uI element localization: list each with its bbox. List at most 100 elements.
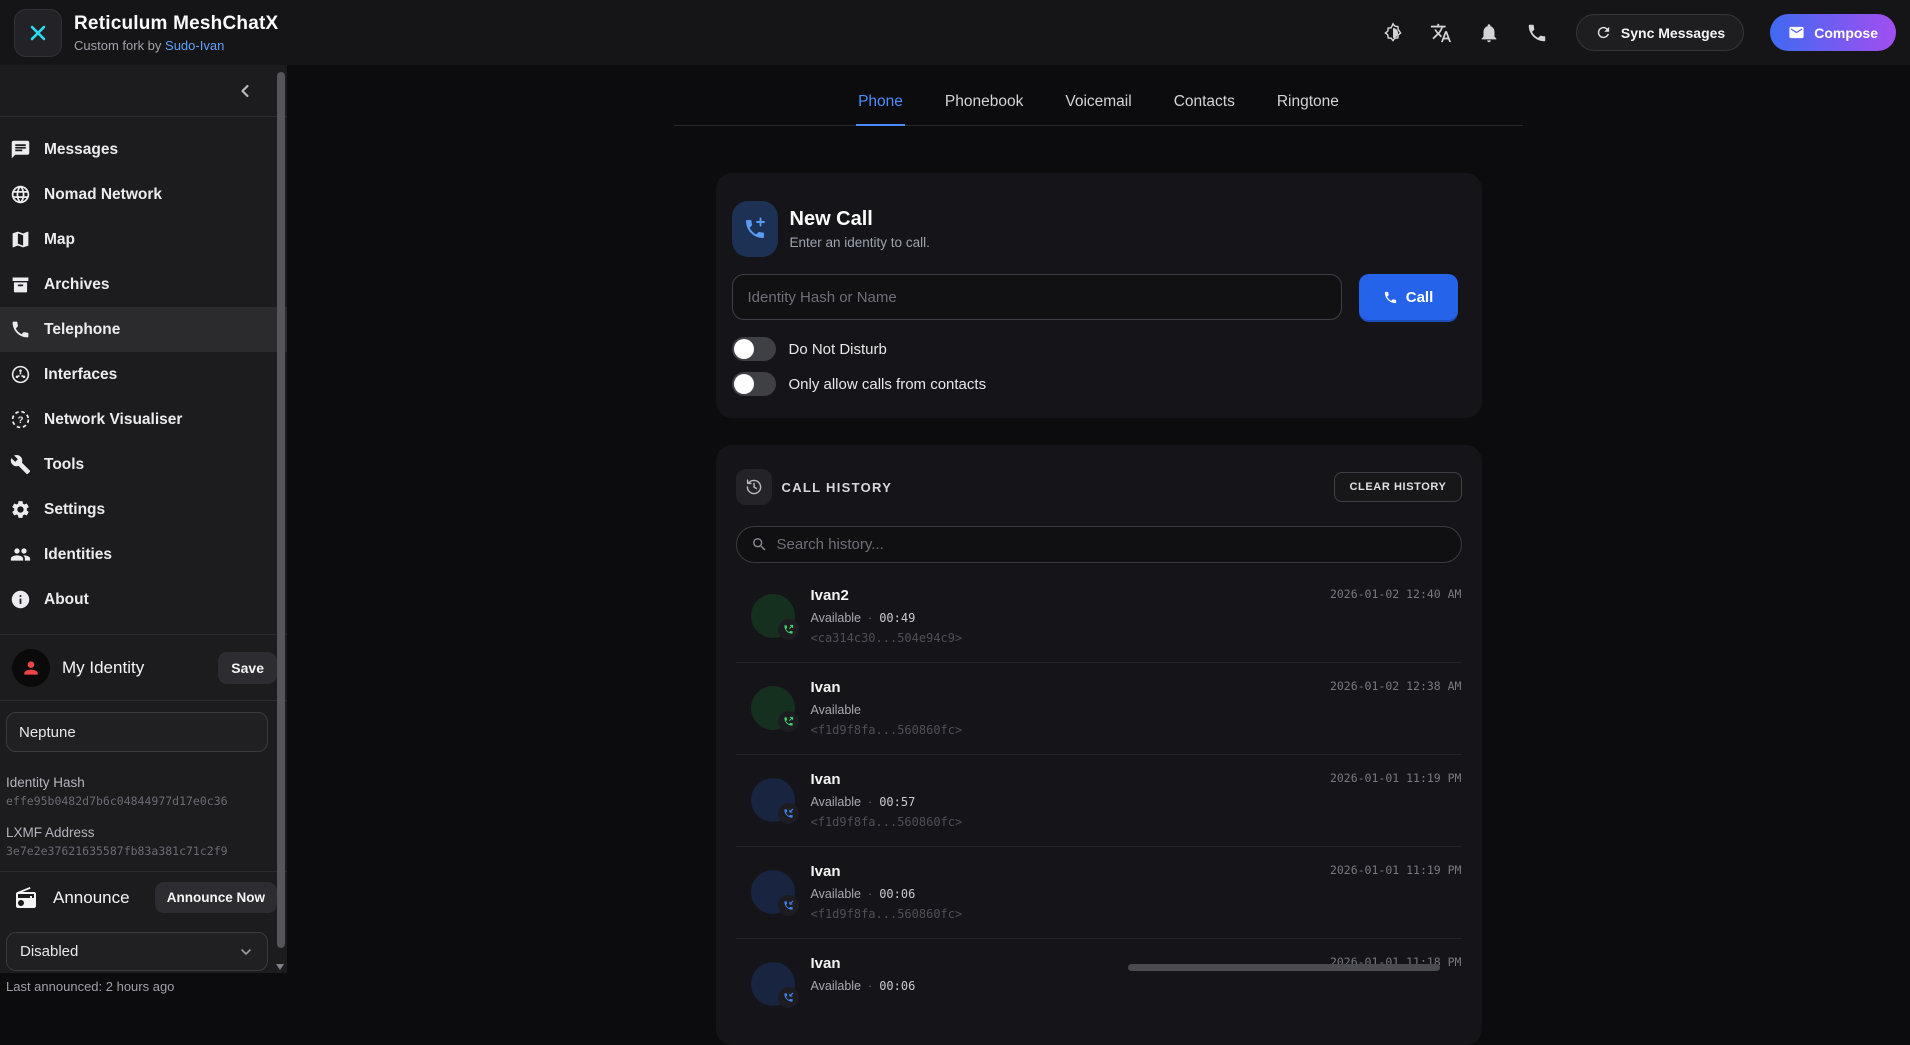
call-status-line: Available · 00:49 (811, 611, 963, 625)
toggle-knob (734, 374, 754, 394)
dnd-label: Do Not Disturb (789, 341, 887, 358)
sidebar-item-label: Tools (44, 456, 84, 474)
netviz-icon: ? (10, 409, 31, 430)
call-history-row[interactable]: Ivan Available · 00:06 <f1d9f8fa...56086… (736, 847, 1462, 939)
caller-status: Available (811, 611, 862, 625)
separator-dot: · (868, 795, 872, 809)
avatar (751, 686, 795, 730)
sidebar-item-identities[interactable]: Identities (0, 532, 287, 577)
map-icon (10, 229, 31, 250)
app-logo (14, 9, 62, 57)
sidebar-item-label: Network Visualiser (44, 411, 182, 429)
call-history-row[interactable]: Ivan Available · 00:57 <f1d9f8fa...56086… (736, 755, 1462, 847)
call-history-row[interactable]: Ivan2 Available · 00:49 <ca314c30...504e… (736, 571, 1462, 663)
call-status-line: Available · 00:06 (811, 979, 916, 993)
avatar (751, 778, 795, 822)
phone-icon (1383, 290, 1398, 305)
divider (0, 700, 287, 701)
call-duration: 00:06 (879, 887, 915, 901)
sidebar-item-tools[interactable]: Tools (0, 442, 287, 487)
tab-phonebook[interactable]: Phonebook (943, 84, 1025, 126)
call-info: Ivan Available · <f1d9f8fa...560860fc> (811, 679, 963, 754)
tab-voicemail[interactable]: Voicemail (1063, 84, 1133, 126)
call-history-header: CALL HISTORY CLEAR HISTORY (736, 469, 1462, 505)
caller-name: Ivan (811, 863, 963, 880)
sidebar-item-settings[interactable]: Settings (0, 487, 287, 532)
theme-toggle-icon[interactable] (1382, 22, 1404, 44)
sidebar-header (0, 65, 287, 117)
caller-status: Available (811, 979, 862, 993)
person-icon (21, 658, 41, 678)
call-timestamp: 2026-01-02 12:38 AM (1330, 679, 1462, 693)
sidebar-item-about[interactable]: About (0, 577, 287, 622)
sidebar-item-label: Nomad Network (44, 186, 162, 204)
title-block: Reticulum MeshChatX Custom fork by Sudo-… (74, 13, 278, 53)
toggle-knob (734, 339, 754, 359)
call-history-card: CALL HISTORY CLEAR HISTORY Ivan2 Availab… (716, 445, 1482, 1045)
clear-history-button[interactable]: CLEAR HISTORY (1334, 472, 1461, 502)
identity-call-input[interactable] (732, 274, 1342, 320)
sidebar-item-telephone[interactable]: Telephone (0, 307, 287, 352)
tab-ringtone[interactable]: Ringtone (1275, 84, 1341, 126)
phone-tabs: Phone Phonebook Voicemail Contacts Ringtone (674, 84, 1523, 126)
new-call-input-row: Call (732, 274, 1458, 320)
call-history-row[interactable]: Ivan Available · 00:06 2026-01-01 11:18 … (736, 939, 1462, 1031)
collapse-sidebar-icon[interactable] (235, 81, 255, 101)
sidebar-item-label: About (44, 591, 89, 609)
call-history-row[interactable]: Ivan Available · <f1d9f8fa...560860fc> 2… (736, 663, 1462, 755)
phone-plus-icon (732, 201, 778, 257)
caller-hash: <f1d9f8fa...560860fc> (811, 723, 963, 737)
sidebar-item-map[interactable]: Map (0, 217, 287, 262)
contacts-only-toggle-row: Only allow calls from contacts (732, 372, 1458, 396)
phone-icon (10, 319, 31, 340)
caller-hash: <f1d9f8fa...560860fc> (811, 907, 963, 921)
sidebar-scrollbar[interactable] (277, 72, 285, 948)
call-button[interactable]: Call (1359, 274, 1458, 320)
identity-name-input[interactable] (6, 712, 268, 752)
call-duration: 00:06 (879, 979, 915, 993)
phone-shortcut-icon[interactable] (1526, 22, 1548, 44)
announce-now-button[interactable]: Announce Now (155, 882, 277, 913)
sidebar-item-interfaces[interactable]: Interfaces (0, 352, 287, 397)
identity-hash-label: Identity Hash (6, 775, 281, 790)
auto-announce-select[interactable]: Disabled (6, 932, 268, 971)
chevron-down-icon (238, 944, 254, 960)
fork-author-link[interactable]: Sudo-Ivan (165, 38, 224, 53)
caller-name: Ivan (811, 679, 963, 696)
scroll-down-arrow-icon[interactable] (276, 964, 284, 970)
sync-messages-button[interactable]: Sync Messages (1576, 14, 1744, 51)
sidebar-item-label: Archives (44, 276, 109, 294)
compose-button[interactable]: Compose (1770, 14, 1896, 51)
sidebar-item-label: Settings (44, 501, 105, 519)
sidebar-item-archives[interactable]: Archives (0, 262, 287, 307)
sidebar-item-network-visualiser[interactable]: ? Network Visualiser (0, 397, 287, 442)
do-not-disturb-toggle[interactable] (732, 337, 776, 361)
phone-outgoing-icon (783, 624, 794, 635)
announce-title: Announce (53, 888, 130, 908)
translate-icon[interactable] (1430, 22, 1452, 44)
new-call-title: New Call (790, 208, 930, 231)
phone-outgoing-icon (783, 716, 794, 727)
tab-phone[interactable]: Phone (856, 84, 905, 126)
x-logo-icon (25, 20, 51, 46)
wrench-icon (10, 454, 31, 475)
sidebar-item-label: Interfaces (44, 366, 117, 384)
gear-icon (10, 499, 31, 520)
sidebar-item-messages[interactable]: Messages (0, 127, 287, 172)
notifications-icon[interactable] (1478, 22, 1500, 44)
divider (0, 634, 287, 635)
horizontal-scrollbar[interactable] (1128, 964, 1440, 971)
tab-contacts[interactable]: Contacts (1172, 84, 1237, 126)
only-contacts-toggle[interactable] (732, 372, 776, 396)
lxmf-address-label: LXMF Address (6, 825, 281, 840)
auto-announce-value: Disabled (20, 943, 78, 960)
sidebar: Messages Nomad Network Map Archives Tele… (0, 65, 287, 973)
caller-status: Available (811, 703, 862, 717)
history-search-input[interactable] (777, 536, 1447, 553)
call-timestamp: 2026-01-01 11:19 PM (1330, 771, 1462, 785)
call-history-list: Ivan2 Available · 00:49 <ca314c30...504e… (736, 571, 1462, 1031)
phone-incoming-icon (783, 900, 794, 911)
history-search (736, 526, 1462, 563)
sidebar-item-nomad-network[interactable]: Nomad Network (0, 172, 287, 217)
save-button[interactable]: Save (218, 652, 277, 684)
